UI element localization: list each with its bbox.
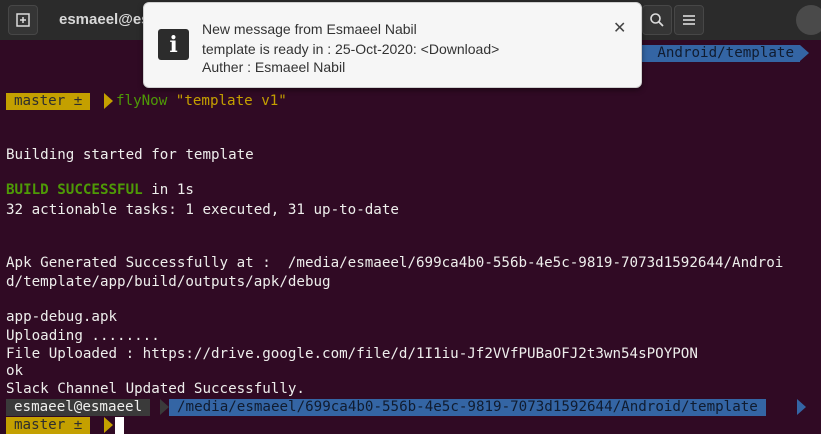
output-tasks: 32 actionable tasks: 1 executed, 31 up-t… (6, 202, 399, 218)
notification-popup[interactable]: i New message from Esmaeel Nabil templat… (143, 2, 642, 88)
git-branch-segment: master ± (6, 93, 91, 110)
new-tab-icon (16, 13, 30, 27)
prompt-path-segment: /media/esmaeel/699ca4b0-556b-4e5c-9819-7… (169, 399, 766, 416)
notification-close-icon[interactable]: ✕ (613, 18, 626, 38)
git-branch-segment: master ± (6, 417, 91, 434)
info-icon: i (158, 29, 189, 60)
build-successful-text: BUILD SUCCESSFUL (6, 182, 143, 198)
window-title: esmaeel@es (59, 11, 150, 28)
output-apk-name: app-debug.apk (6, 309, 118, 325)
output-uploading: Uploading ........ (6, 328, 160, 344)
notification-title: New message from Esmaeel Nabil (202, 21, 417, 37)
hamburger-menu-icon (683, 15, 695, 25)
menu-button[interactable] (674, 5, 704, 35)
command-argument: "template v1" (175, 93, 287, 109)
prompt-arrow (800, 45, 809, 61)
build-time-text: in 1s (142, 182, 194, 198)
output-apk-path-1: Apk Generated Successfully at : /media/e… (6, 255, 784, 271)
prompt-arrow (797, 399, 806, 415)
command-line: flyNow "template v1" (116, 92, 287, 110)
search-button[interactable] (642, 5, 672, 35)
notification-body-line2: Auther : Esmaeel Nabil (202, 59, 346, 75)
terminal-area[interactable]: Android/template master ± flyNow "templa… (0, 40, 821, 434)
output-building: Building started for template (6, 147, 254, 163)
notification-body-line1: template is ready in : 25-Oct-2020: <Dow… (202, 41, 500, 57)
terminal-cursor (115, 417, 124, 434)
prompt-arrow (104, 93, 113, 109)
output-apk-path-2: d/template/app/build/outputs/apk/debug (6, 274, 331, 290)
window-close-button[interactable] (796, 5, 821, 35)
new-tab-button[interactable] (8, 5, 38, 35)
command-name: flyNow (116, 93, 168, 109)
prompt-arrow (104, 417, 113, 433)
output-slack: Slack Channel Updated Successfully. (6, 381, 305, 397)
output-ok: ok (6, 363, 24, 379)
search-icon (650, 13, 664, 27)
prompt-arrow (160, 399, 169, 415)
output-file-uploaded: File Uploaded : https://drive.google.com… (6, 346, 698, 362)
prompt-user-segment: esmaeel@esmaeel (6, 399, 151, 416)
output-build-status: BUILD SUCCESSFUL in 1s (6, 181, 194, 199)
